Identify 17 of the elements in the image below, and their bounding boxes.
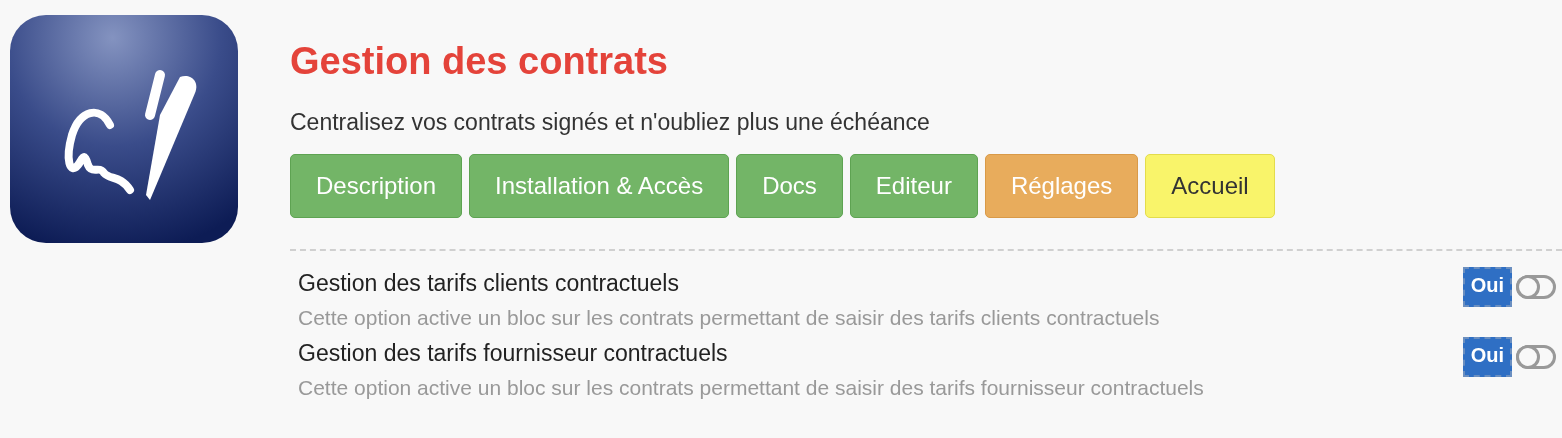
option-title: Gestion des tarifs clients contractuels <box>298 269 680 298</box>
status-badge: Oui <box>1462 337 1512 377</box>
toggle-switch[interactable] <box>1516 275 1556 299</box>
nav-tab[interactable]: Docs <box>736 154 843 218</box>
nav-tab[interactable]: Réglages <box>984 154 1139 218</box>
toggle-switch[interactable] <box>1516 345 1556 369</box>
option-title: Gestion des tarifs fournisseur contractuels <box>298 339 729 368</box>
page-subtitle: Centralisez vos contrats signés et n'oubliez plus une échéance <box>290 108 931 137</box>
nav-tab[interactable]: Accueil <box>1145 154 1275 218</box>
status-badge: Oui <box>1462 267 1512 307</box>
page-title: Gestion des contrats <box>290 39 669 83</box>
app-logo-icon <box>10 15 238 243</box>
option-description: Cette option active un bloc sur les contrats permettant de saisir des tarifs fournisseur contractuels <box>298 375 1205 401</box>
nav-tab[interactable]: Installation & Accès <box>469 154 730 218</box>
option-description: Cette option active un bloc sur les contrats permettant de saisir des tarifs clients contractuels <box>298 305 1161 331</box>
nav-tab[interactable]: Editeur <box>849 154 978 218</box>
nav-tab[interactable]: Description <box>290 154 463 218</box>
